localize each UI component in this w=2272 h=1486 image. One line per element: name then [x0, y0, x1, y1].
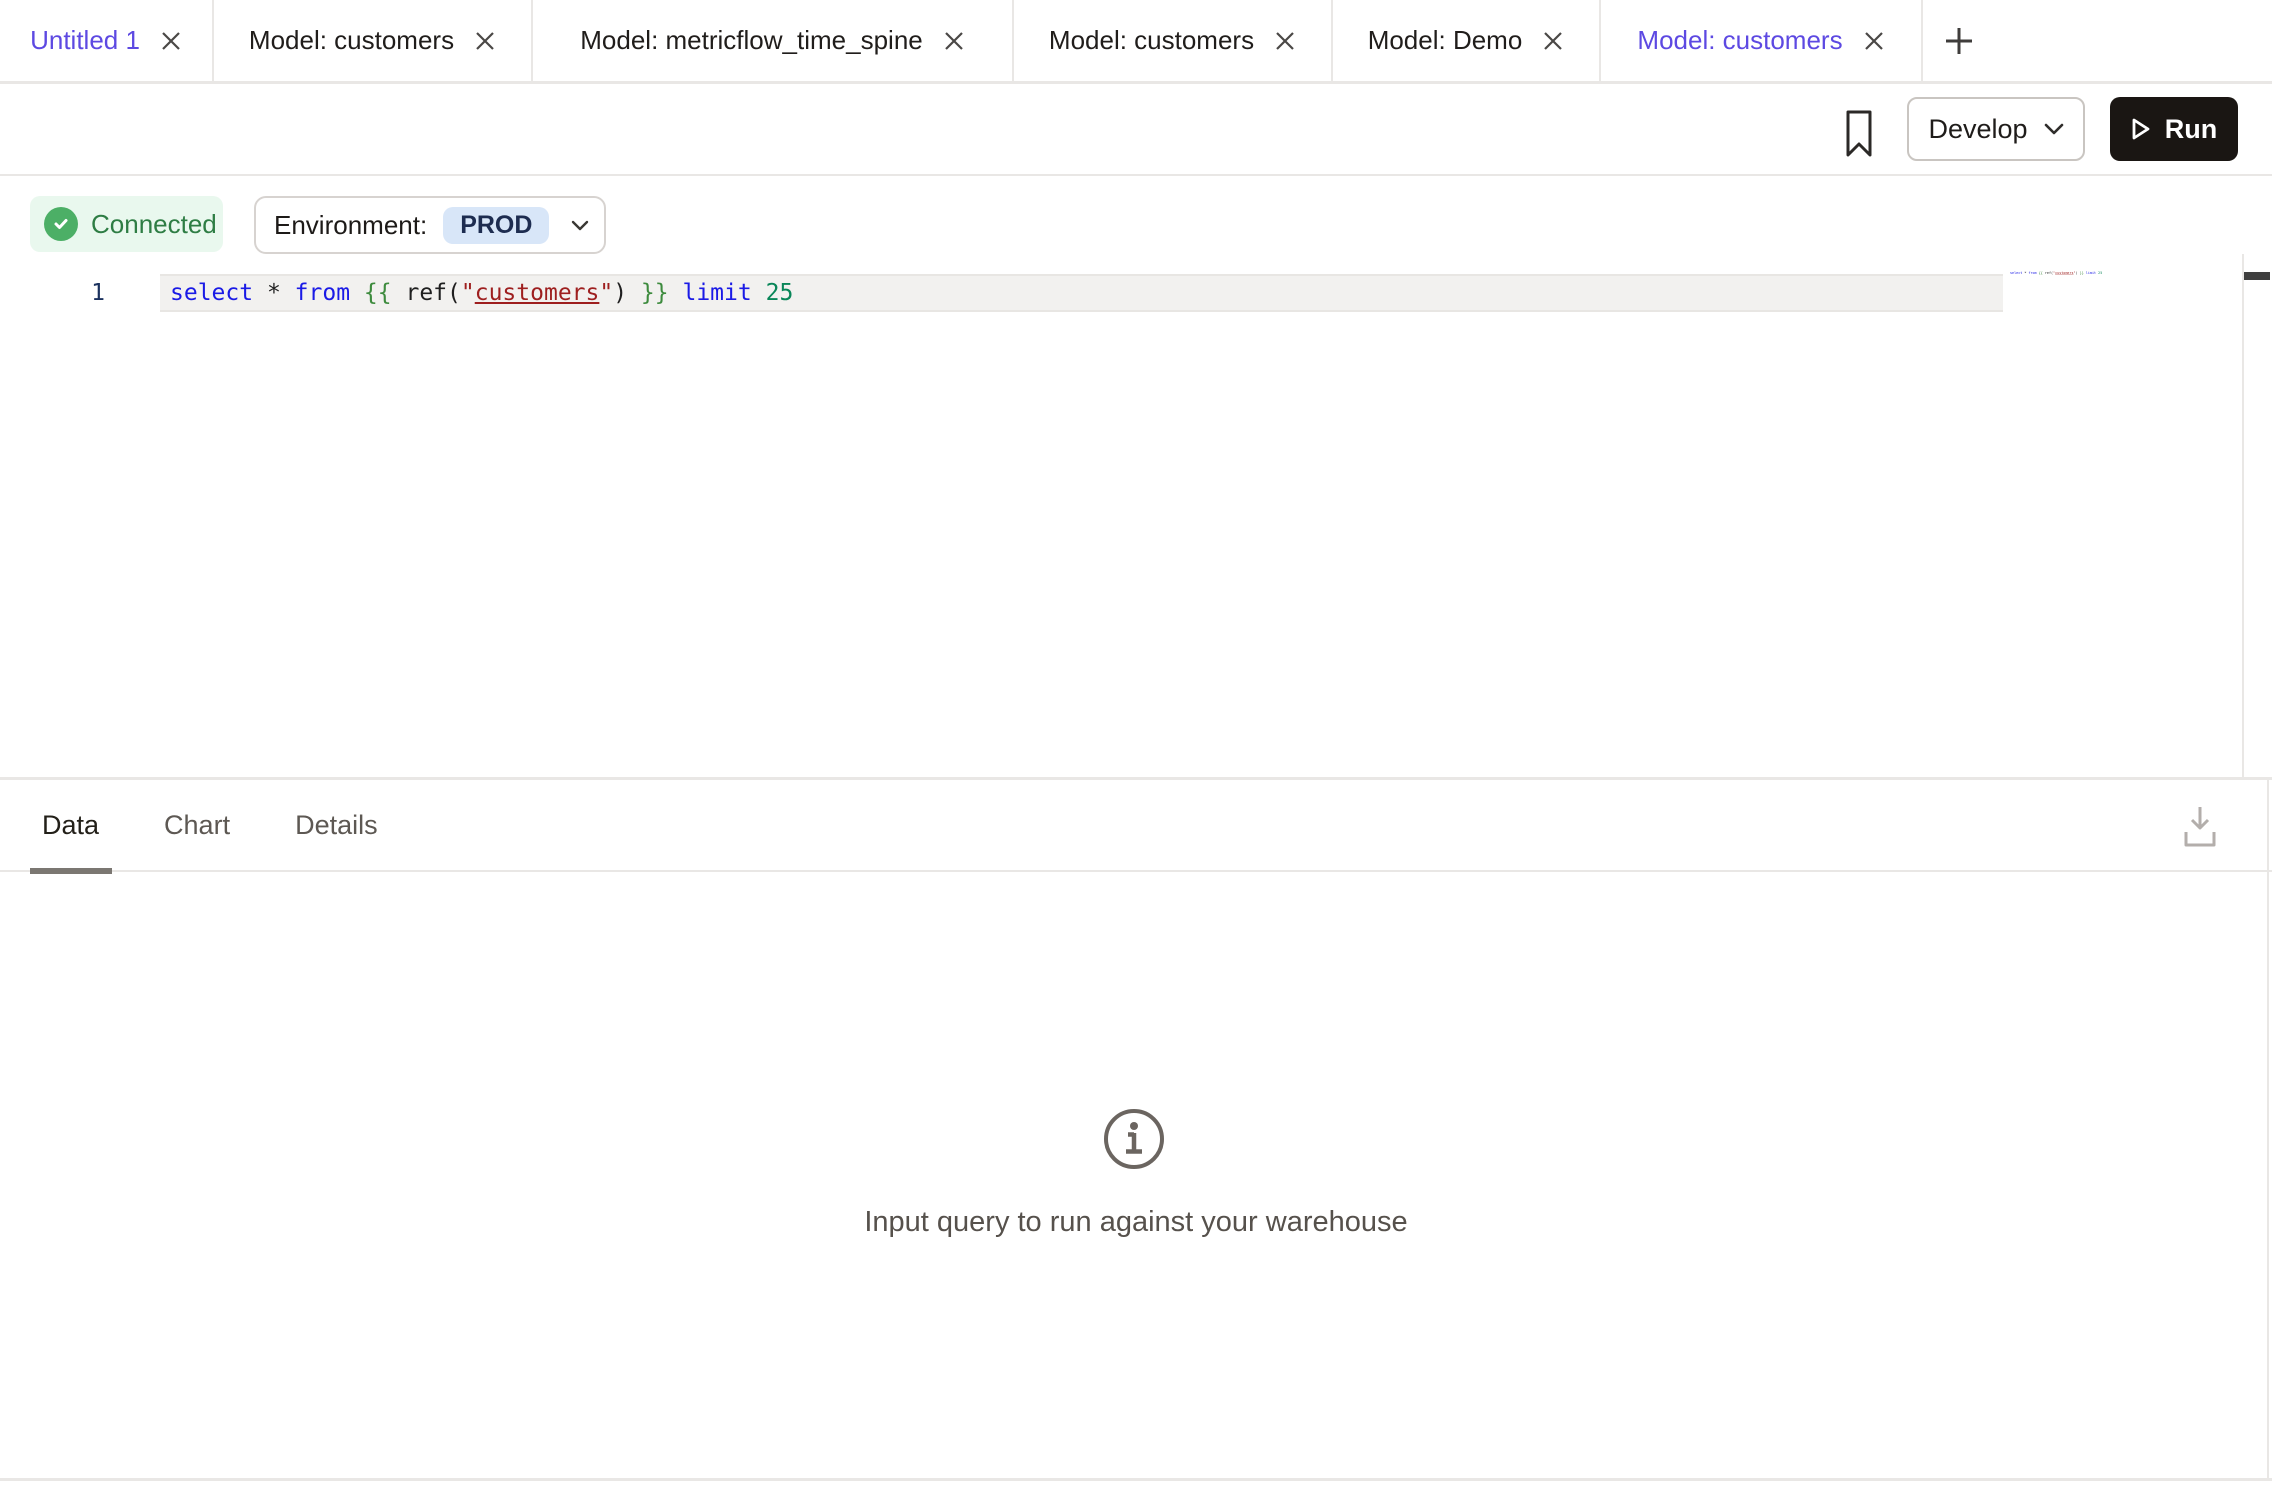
results-tab-bar: Data Chart Details	[0, 780, 2272, 872]
code-token: limit	[682, 280, 751, 306]
code-token: from	[295, 280, 350, 306]
editor-minimap[interactable]: select * from {{ ref("customers") }} lim…	[2010, 271, 2102, 275]
code-token	[350, 280, 364, 306]
tab[interactable]: Untitled 1	[0, 0, 214, 81]
tab-label: Untitled 1	[30, 25, 140, 56]
tab-label: Model: customers	[1637, 25, 1842, 56]
code-token	[281, 280, 295, 306]
tab-close-icon[interactable]	[943, 30, 965, 52]
new-tab-button[interactable]	[1923, 0, 1995, 81]
code-token	[752, 280, 766, 306]
environment-selector[interactable]: Environment: PROD	[254, 196, 606, 254]
tab[interactable]: Model: customers	[1014, 0, 1333, 81]
line-number: 1	[58, 274, 105, 312]
connection-status-badge: Connected	[30, 196, 223, 252]
tab-label: Model: Demo	[1368, 25, 1523, 56]
empty-state-message: Input query to run against your warehous…	[0, 1206, 2272, 1239]
chevron-down-icon	[571, 220, 589, 231]
plus-icon	[1944, 26, 1974, 56]
overview-ruler-cursor-mark	[2244, 272, 2270, 280]
tab[interactable]: Model: metricflow_time_spine	[533, 0, 1014, 81]
code-token	[253, 280, 267, 306]
code-token: {{	[364, 280, 392, 306]
bookmark-icon[interactable]	[1845, 110, 1873, 158]
download-icon[interactable]	[2183, 804, 2217, 848]
tab-label: Model: customers	[1049, 25, 1254, 56]
code-token: ref(	[2043, 271, 2053, 275]
code-token: customers	[2055, 271, 2073, 275]
tab[interactable]: Model: customers	[1601, 0, 1923, 81]
tab-close-icon[interactable]	[1863, 30, 1885, 52]
tab-close-icon[interactable]	[1542, 30, 1564, 52]
results-tab-details[interactable]: Details	[283, 780, 390, 870]
code-token: ref(	[392, 280, 461, 306]
code-token: "	[599, 280, 613, 306]
code-token: *	[267, 280, 281, 306]
environment-value-badge: PROD	[443, 207, 549, 244]
code-token: limit	[2086, 271, 2096, 275]
tab-label: Model: customers	[249, 25, 454, 56]
panel-right-border	[2267, 780, 2269, 1479]
tab[interactable]: Model: customers	[214, 0, 533, 81]
bottom-border	[0, 1478, 2272, 1481]
connected-label: Connected	[91, 209, 217, 240]
code-token: select	[2010, 271, 2022, 275]
tab-bar: Untitled 1 Model: customers Model: metricf…	[0, 0, 2272, 84]
code-token	[669, 280, 683, 306]
code-token: select	[170, 280, 253, 306]
code-token: from	[2028, 271, 2036, 275]
tab-label: Model: metricflow_time_spine	[580, 25, 922, 56]
run-button[interactable]: Run	[2110, 97, 2238, 161]
develop-label: Develop	[1928, 114, 2027, 145]
develop-button[interactable]: Develop	[1907, 97, 2085, 161]
run-label: Run	[2165, 114, 2217, 145]
check-circle-icon	[44, 207, 78, 241]
tab-close-icon[interactable]	[474, 30, 496, 52]
tab-close-icon[interactable]	[1274, 30, 1296, 52]
results-tab-data[interactable]: Data	[30, 780, 111, 870]
environment-label: Environment:	[274, 210, 427, 241]
play-icon	[2131, 117, 2151, 141]
code-token: 25	[766, 280, 794, 306]
chevron-down-icon	[2044, 123, 2064, 135]
code-token: "	[461, 280, 475, 306]
results-tab-chart[interactable]: Chart	[152, 780, 242, 870]
code-token: customers	[475, 280, 600, 306]
info-icon	[1102, 1107, 1166, 1171]
active-results-tab-underline	[30, 868, 112, 874]
code-token: )	[613, 280, 641, 306]
scrollbar-ruler-divider	[2242, 254, 2244, 777]
code-line[interactable]: select * from {{ ref("customers") }} lim…	[170, 274, 793, 312]
tab-close-icon[interactable]	[160, 30, 182, 52]
tab[interactable]: Model: Demo	[1333, 0, 1601, 81]
code-token: 25	[2098, 271, 2102, 275]
code-token: }}	[641, 280, 669, 306]
tab-bar-tabs: Untitled 1 Model: customers Model: metricf…	[0, 0, 1923, 81]
